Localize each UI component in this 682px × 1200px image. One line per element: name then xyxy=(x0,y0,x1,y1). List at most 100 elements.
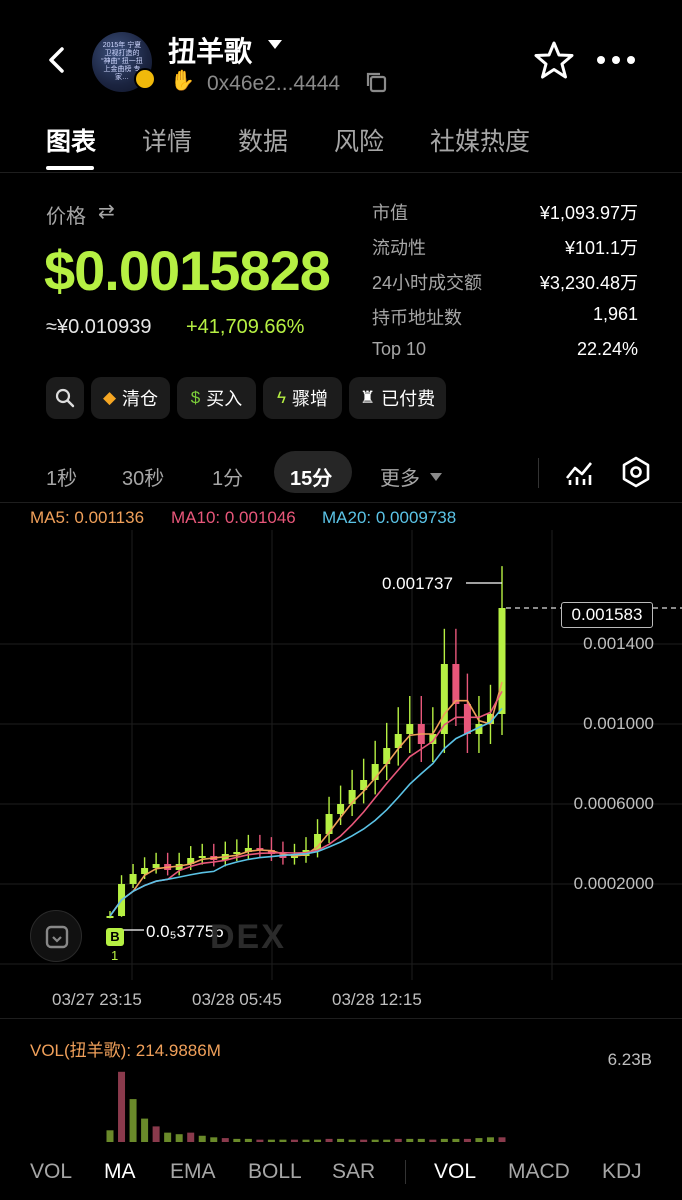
volume-bar xyxy=(267,1139,275,1142)
volume-bar xyxy=(417,1138,425,1142)
volume-bar xyxy=(429,1139,437,1142)
surge-button[interactable]: ϟ 骤增 xyxy=(263,377,342,419)
tab-details[interactable]: 详情 xyxy=(142,122,192,158)
indicator-vol[interactable]: VOL xyxy=(30,1160,72,1184)
indicator-vol-sub[interactable]: VOL xyxy=(434,1160,476,1184)
paid-label: 已付费 xyxy=(381,389,436,409)
y-tick-label: 0.0002000 xyxy=(573,874,654,893)
volume-bar xyxy=(463,1138,471,1142)
ma10-label: MA10: 0.001046 xyxy=(171,508,296,527)
star-icon[interactable] xyxy=(534,40,574,80)
x-tick-label: 03/28 05:45 xyxy=(192,990,282,1009)
caret-down-icon[interactable] xyxy=(268,40,282,49)
indicator-ma[interactable]: MA xyxy=(104,1160,136,1184)
volume-bar xyxy=(348,1139,356,1142)
volume-bar xyxy=(210,1137,218,1142)
indicator-ema[interactable]: EMA xyxy=(170,1160,216,1184)
token-address[interactable]: 0x46e2...4444 xyxy=(207,72,340,96)
ma20-label: MA20: 0.0009738 xyxy=(322,508,457,527)
tab-social[interactable]: 社媒热度 xyxy=(430,122,530,158)
volume-bar xyxy=(383,1139,391,1142)
paid-button[interactable]: ♜ 已付费 xyxy=(349,377,446,419)
stat-label-market-cap: 市值 xyxy=(372,203,408,223)
ma5-line xyxy=(109,681,503,917)
volume-bar xyxy=(106,1130,114,1142)
buy-label: 买入 xyxy=(206,389,243,409)
chef-hat-icon: ◆ xyxy=(102,388,117,407)
settings-hex-icon[interactable] xyxy=(620,456,652,488)
divider xyxy=(0,1018,682,1019)
tab-chart[interactable]: 图表 xyxy=(46,122,96,158)
indicator-macd[interactable]: MACD xyxy=(508,1160,570,1184)
back-icon[interactable] xyxy=(42,44,74,76)
volume-bar xyxy=(233,1138,241,1142)
interval-15m[interactable]: 15分 xyxy=(290,462,332,491)
surge-label: 骤增 xyxy=(292,389,328,409)
caret-down-icon xyxy=(430,473,442,481)
stat-label-volume-24h: 24小时成交额 xyxy=(372,273,483,293)
interval-more[interactable]: 更多 xyxy=(380,462,420,491)
volume-bar xyxy=(371,1139,379,1142)
y-tick-label: 0.0006000 xyxy=(573,794,654,813)
buy-button[interactable]: $ 买入 xyxy=(177,377,256,419)
x-tick-label: 03/27 23:15 xyxy=(52,990,142,1009)
clear-position-button[interactable]: ◆ 清仓 xyxy=(91,377,170,419)
volume-bar xyxy=(221,1138,229,1142)
interval-1s[interactable]: 1秒 xyxy=(46,462,77,491)
indicator-boll[interactable]: BOLL xyxy=(248,1160,302,1184)
volume-chart xyxy=(106,1071,506,1142)
volume-bar xyxy=(118,1071,126,1142)
candle xyxy=(198,856,206,858)
volume-bar xyxy=(360,1139,368,1142)
high-price-label: 0.001737 xyxy=(382,574,453,593)
tab-risk[interactable]: 风险 xyxy=(334,122,384,158)
more-icon[interactable] xyxy=(594,46,638,74)
candlestick-chart[interactable] xyxy=(0,530,682,980)
current-price-tag: 0.001583 xyxy=(561,602,653,628)
indicator-kdj[interactable]: KDJ xyxy=(602,1160,642,1184)
active-tab-indicator xyxy=(46,166,94,170)
volume-bar xyxy=(475,1138,483,1142)
stat-label-top10: Top 10 xyxy=(372,339,427,359)
volume-bar xyxy=(141,1118,149,1142)
volume-bar xyxy=(290,1139,298,1142)
clear-position-label: 清仓 xyxy=(122,389,159,409)
search-button[interactable] xyxy=(46,377,84,419)
volume-bar xyxy=(256,1139,264,1142)
divider xyxy=(0,172,682,173)
volume-bar xyxy=(198,1135,206,1142)
copy-icon[interactable] xyxy=(364,70,388,94)
candle xyxy=(406,724,414,734)
waving-hand-icon: ✋ xyxy=(170,70,195,92)
indicator-sar[interactable]: SAR xyxy=(332,1160,375,1184)
swap-icon[interactable]: ⇄ xyxy=(98,199,115,224)
volume-title: VOL(扭羊歌): 214.9886M xyxy=(30,1041,221,1060)
volume-bar xyxy=(394,1138,402,1142)
volume-bar xyxy=(244,1138,252,1142)
candle xyxy=(152,864,160,868)
fullscreen-button[interactable] xyxy=(30,910,82,962)
stat-value-volume-24h: ¥3,230.48万 xyxy=(539,273,638,293)
candle xyxy=(337,804,345,814)
volume-bar xyxy=(302,1139,310,1142)
indicator-chart-icon[interactable] xyxy=(564,458,594,488)
volume-bar xyxy=(187,1132,195,1142)
volume-bar xyxy=(314,1139,322,1142)
candle xyxy=(463,704,471,734)
interval-1m[interactable]: 1分 xyxy=(212,462,243,491)
candle xyxy=(452,664,460,704)
fullscreen-icon xyxy=(45,925,69,949)
stat-value-market-cap: ¥1,093.97万 xyxy=(539,203,638,223)
stat-value-liquidity: ¥101.1万 xyxy=(564,238,638,258)
price-cny: ≈¥0.010939 xyxy=(46,316,152,338)
price-value: $0.0015828 xyxy=(44,239,331,302)
volume-bar xyxy=(152,1126,160,1142)
volume-bar xyxy=(406,1138,414,1142)
buy-marker[interactable]: B xyxy=(106,928,124,946)
token-name[interactable]: 扭羊歌 xyxy=(168,30,252,70)
divider xyxy=(405,1160,406,1184)
tab-data[interactable]: 数据 xyxy=(238,122,288,158)
interval-30s[interactable]: 30秒 xyxy=(122,462,164,491)
eagle-icon: ♜ xyxy=(359,388,376,407)
candle xyxy=(129,874,137,884)
